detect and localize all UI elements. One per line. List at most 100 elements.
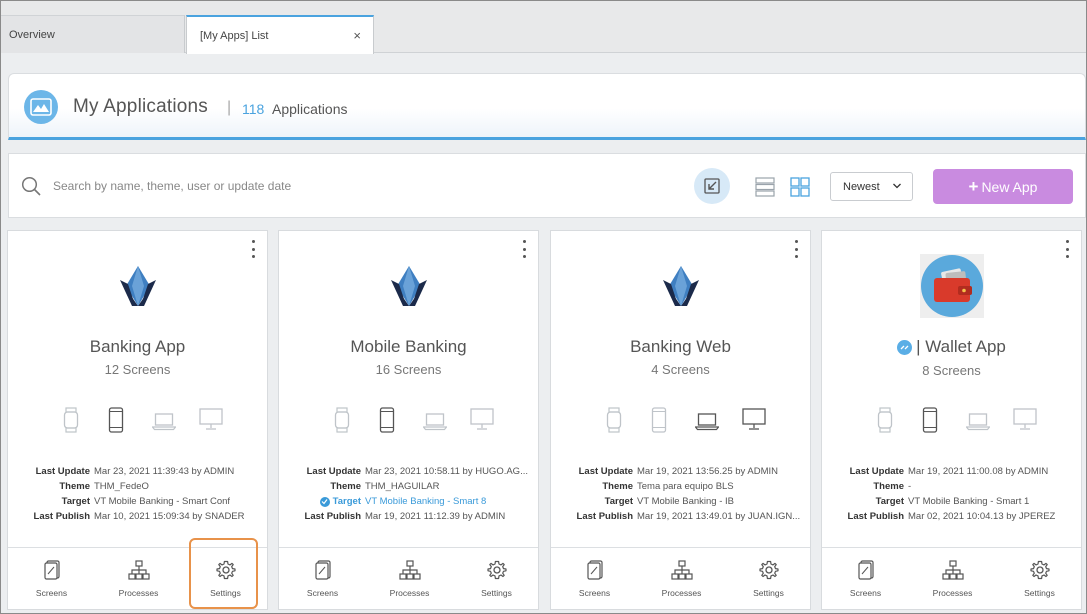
- page-header: My Applications | 118 Applications: [8, 73, 1086, 140]
- theme-row: Theme THM_FedeO: [8, 479, 267, 494]
- screens-button[interactable]: Screens: [279, 548, 366, 609]
- app-title[interactable]: Mobile Banking: [279, 337, 538, 357]
- app-card-0[interactable]: Banking App 12 Screens Last Update Mar 23…: [7, 230, 268, 610]
- settings-button[interactable]: Settings: [996, 548, 1083, 609]
- last-update-k: Last Update: [578, 466, 633, 477]
- theme-k: Theme: [602, 481, 633, 492]
- last-update-row: Last Update Mar 19, 2021 11:00.08 by ADMI…: [822, 464, 1081, 479]
- last-update: Mar 19, 2021 13:56.25 by ADMIN: [637, 466, 778, 477]
- settings-button[interactable]: Settings: [453, 548, 540, 609]
- settings-label: Settings: [753, 587, 784, 598]
- last-update-k: Last Update: [849, 466, 904, 477]
- screens-icon: [43, 559, 60, 588]
- phone-icon: [651, 407, 667, 438]
- last-publish: Mar 02, 2021 10:04.13 by JPEREZ: [908, 511, 1056, 522]
- sort-select-value: Newest: [843, 180, 880, 193]
- search-icon: [21, 176, 41, 201]
- app-metadata: Last Update Mar 23, 2021 11:39:43 by ADMI…: [8, 464, 267, 524]
- grid-view-icon[interactable]: [790, 177, 810, 202]
- more-options-icon[interactable]: [248, 240, 258, 258]
- settings-button[interactable]: Settings: [182, 548, 269, 609]
- tab-my-apps-list[interactable]: [My Apps] List ×: [186, 15, 374, 54]
- processes-button[interactable]: Processes: [638, 548, 725, 609]
- app-card-3[interactable]: | Wallet App 8 Screens Last Update Mar 19…: [821, 230, 1082, 610]
- watch-icon: [63, 407, 79, 438]
- my-apps-logo-icon: [24, 90, 58, 124]
- processes-button[interactable]: Processes: [366, 548, 453, 609]
- processes-label: Processes: [389, 587, 430, 598]
- screens-label: Screens: [849, 587, 882, 598]
- target-k: Target: [279, 494, 365, 509]
- screens-button[interactable]: Screens: [822, 548, 909, 609]
- theme-row: Theme -: [822, 479, 1081, 494]
- desktop-icon: [199, 407, 223, 436]
- tab-overview[interactable]: Overview: [1, 15, 185, 53]
- last-update-k: Last Update: [306, 466, 361, 477]
- link-badge-icon: [897, 339, 913, 355]
- last-update-row: Last Update Mar 23, 2021 11:39:43 by ADMI…: [8, 464, 267, 479]
- velneo-logo-icon: [389, 264, 429, 313]
- close-tab-icon[interactable]: ×: [353, 29, 361, 42]
- card-footer: Screens Processes Settings: [8, 547, 267, 609]
- app-title[interactable]: Banking Web: [551, 337, 810, 357]
- target: VT Mobile Banking - IB: [637, 496, 734, 507]
- list-view-icon[interactable]: [755, 177, 775, 202]
- last-update: Mar 23, 2021 11:39:43 by ADMIN: [94, 466, 235, 477]
- watch-icon: [877, 407, 893, 438]
- last-publish-row: Last Publish Mar 19, 2021 13:49.01 by JUA…: [551, 509, 810, 524]
- screens-button[interactable]: Screens: [8, 548, 95, 609]
- processes-button[interactable]: Processes: [95, 548, 182, 609]
- last-publish-row: Last Publish Mar 10, 2021 15:09:34 by SNA…: [8, 509, 267, 524]
- app-title[interactable]: Banking App: [8, 337, 267, 357]
- settings-button[interactable]: Settings: [725, 548, 812, 609]
- search-input[interactable]: [53, 176, 453, 196]
- app-title-text: Banking Web: [630, 337, 731, 356]
- new-app-button[interactable]: + New App: [933, 169, 1073, 204]
- screens-button[interactable]: Screens: [551, 548, 638, 609]
- theme: THM_FedeO: [94, 481, 149, 492]
- app-title[interactable]: | Wallet App: [822, 337, 1081, 357]
- collapse-button[interactable]: [694, 168, 730, 204]
- processes-icon: [941, 559, 964, 588]
- card-footer: Screens Processes Settings: [551, 547, 810, 609]
- more-options-icon[interactable]: [791, 240, 801, 258]
- app-metadata: Last Update Mar 23, 2021 10:58.11 by HUGO…: [279, 464, 538, 524]
- arrow-down-left-icon: [704, 178, 720, 194]
- last-publish-k: Last Publish: [576, 511, 633, 522]
- tab-my-apps-list-label: [My Apps] List: [200, 29, 269, 42]
- target-row: Target VT Mobile Banking - IB: [551, 494, 810, 509]
- last-update: Mar 19, 2021 11:00.08 by ADMIN: [908, 466, 1049, 477]
- last-publish-row: Last Publish Mar 19, 2021 11:12.39 by ADM…: [279, 509, 538, 524]
- laptop-icon: [694, 411, 720, 436]
- screens-icon: [586, 559, 603, 588]
- tab-bar: Overview [My Apps] List ×: [1, 1, 1086, 54]
- laptop-icon: [422, 411, 448, 436]
- screens-icon: [314, 559, 331, 588]
- processes-label: Processes: [118, 587, 159, 598]
- more-options-icon[interactable]: [519, 240, 529, 258]
- wallet-logo-icon: [919, 254, 984, 323]
- phone-icon: [922, 407, 938, 438]
- app-card-1[interactable]: Mobile Banking 16 Screens Last Update Mar…: [278, 230, 539, 610]
- app-count-label: Applications: [272, 101, 348, 117]
- processes-button[interactable]: Processes: [909, 548, 996, 609]
- target-row: Target VT Mobile Banking - Smart 8: [279, 494, 538, 509]
- last-publish-k: Last Publish: [33, 511, 90, 522]
- sort-select[interactable]: Newest: [830, 172, 913, 201]
- app-screen-count: 4 Screens: [651, 362, 710, 377]
- settings-icon: [215, 560, 236, 588]
- app-screen-count: 12 Screens: [104, 362, 171, 377]
- app-screen-count: 8 Screens: [922, 363, 981, 378]
- card-footer: Screens Processes Settings: [822, 547, 1081, 609]
- check-circle-icon: [319, 496, 330, 507]
- phone-icon: [108, 407, 124, 438]
- more-options-icon[interactable]: [1062, 240, 1072, 258]
- app-metadata: Last Update Mar 19, 2021 11:00.08 by ADMI…: [822, 464, 1081, 524]
- theme-k: Theme: [873, 481, 904, 492]
- target: VT Mobile Banking - Smart Conf: [94, 496, 231, 507]
- theme-k: Theme: [330, 481, 361, 492]
- settings-label: Settings: [210, 587, 241, 598]
- app-count: 118: [242, 101, 265, 117]
- theme: THM_HAGUILAR: [365, 481, 440, 492]
- app-card-2[interactable]: Banking Web 4 Screens Last Update Mar 19,…: [550, 230, 811, 610]
